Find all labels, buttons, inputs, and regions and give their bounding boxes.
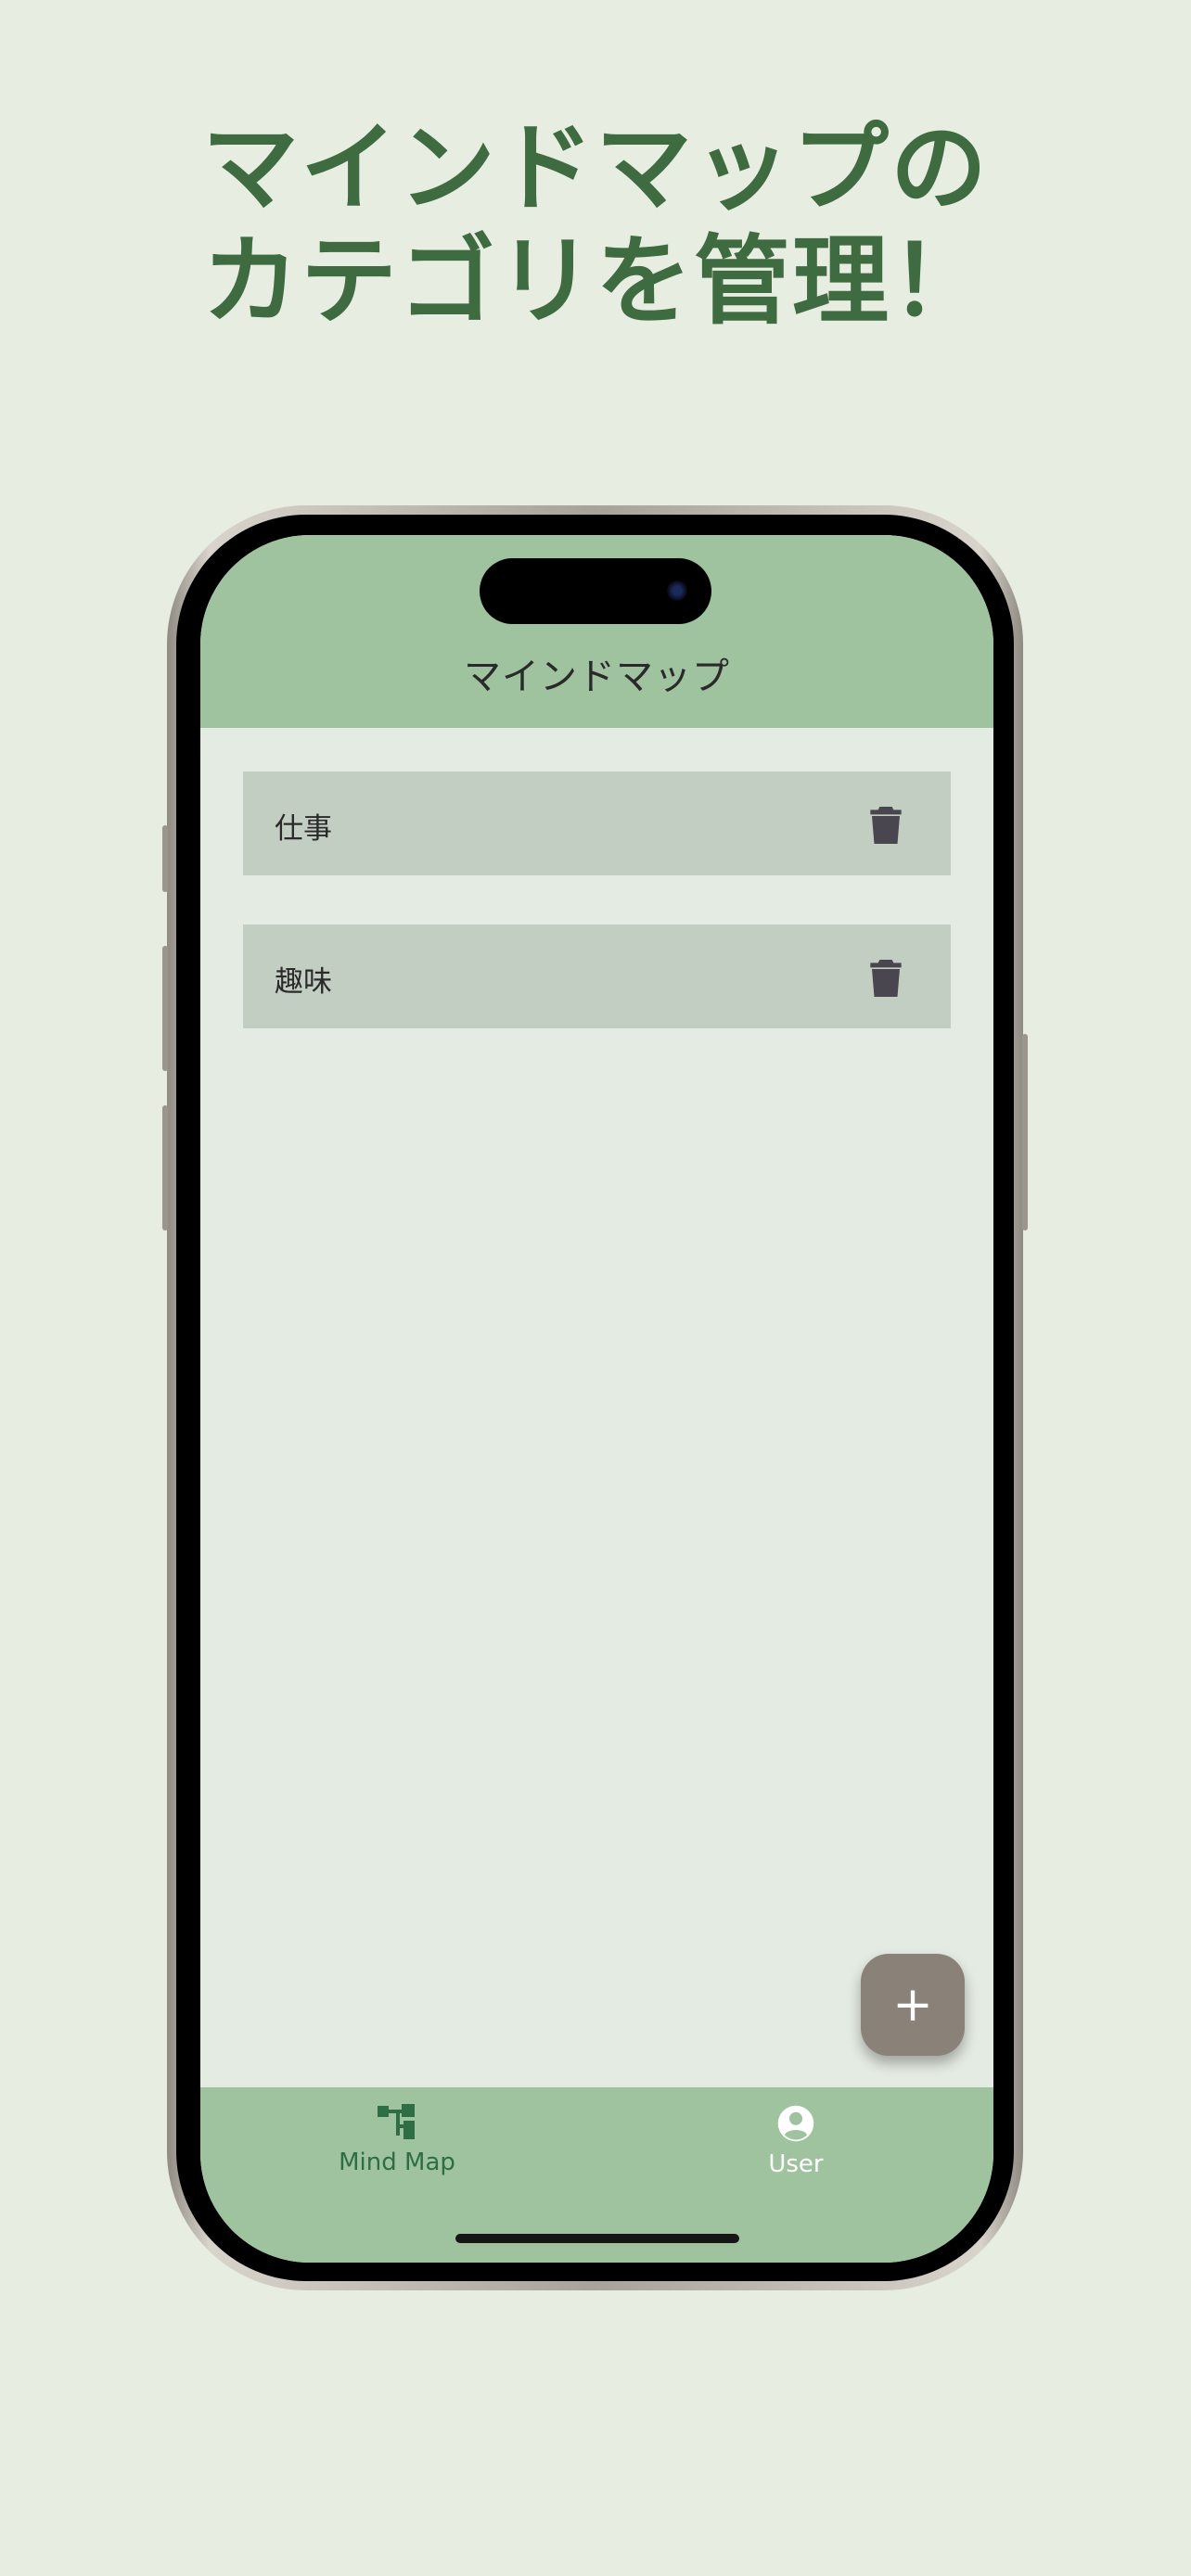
trash-icon[interactable] [867,805,904,846]
plus-icon: + [892,1977,933,2033]
nav-label: Mind Map [339,2149,455,2176]
power-button [1022,1034,1028,1231]
category-item[interactable]: 趣味 [243,925,951,1028]
category-label: 仕事 [275,812,332,846]
trash-icon[interactable] [867,958,904,999]
mind-map-icon [378,2104,415,2139]
headline-line-1: マインドマップの [201,111,989,224]
camera-icon [667,580,687,601]
volume-down-button [162,1105,168,1231]
nav-item-mind-map[interactable]: Mind Map [258,2104,536,2176]
promo-headline: マインドマップの カテゴリを管理！ [0,111,1191,338]
home-indicator[interactable] [455,2234,739,2243]
dynamic-island [480,558,711,624]
add-category-button[interactable]: + [861,1954,965,2056]
volume-up-button [162,946,168,1071]
account-circle-icon [777,2105,814,2142]
app-screen: マインドマップ 仕事 趣味 + Mind Map User [200,535,993,2263]
action-button [162,825,168,892]
category-label: 趣味 [275,965,332,999]
nav-item-user[interactable]: User [657,2104,935,2178]
category-item[interactable]: 仕事 [243,772,951,875]
headline-line-2: カテゴリを管理！ [201,224,989,338]
nav-label: User [768,2150,824,2178]
app-bar-title: マインドマップ [464,656,730,698]
